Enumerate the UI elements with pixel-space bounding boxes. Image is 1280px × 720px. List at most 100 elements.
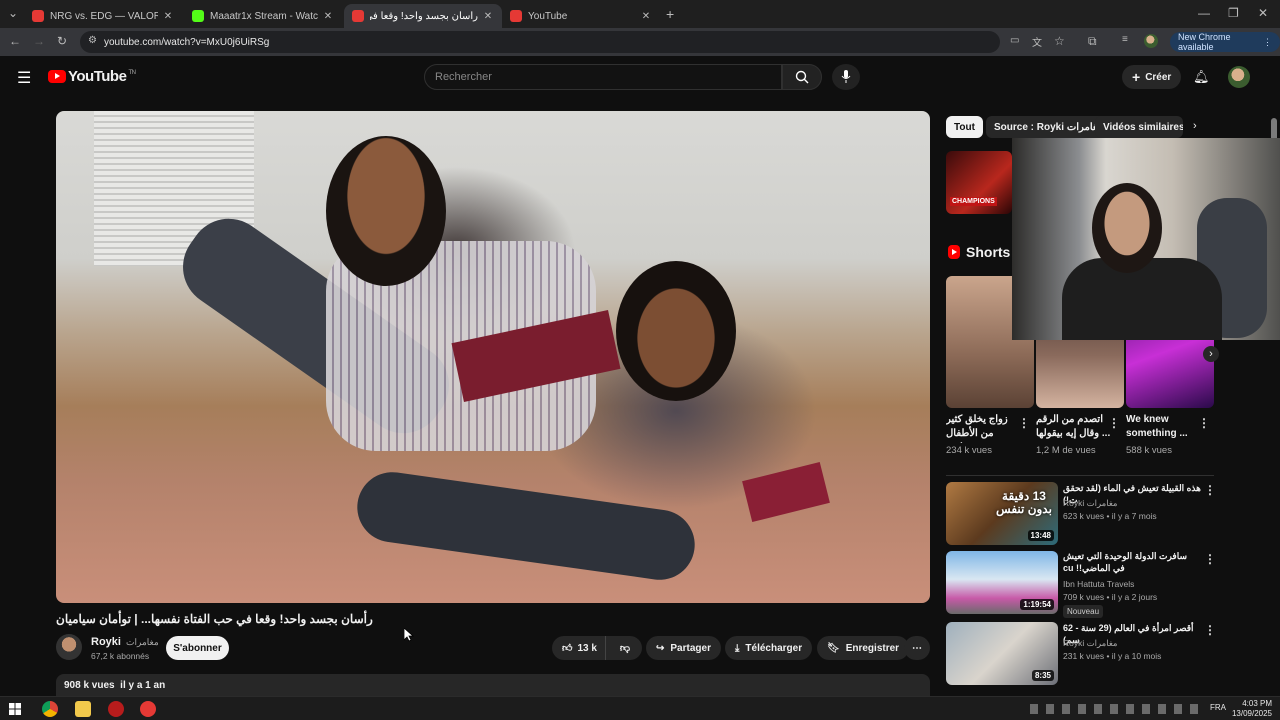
- reading-list-icon[interactable]: ≡: [1122, 34, 1128, 45]
- video-player[interactable]: [56, 111, 930, 603]
- tab-title: رأسان بجسد واحد! وقعا في: [370, 10, 478, 22]
- menu-icon[interactable]: ☰: [17, 68, 31, 88]
- voice-search-button[interactable]: [832, 64, 860, 90]
- like-count: 13 k: [577, 642, 597, 654]
- restore-icon[interactable]: ❐: [1228, 6, 1239, 20]
- search-button[interactable]: [782, 64, 822, 90]
- create-button[interactable]: + Créer: [1122, 65, 1182, 89]
- more-vert-icon[interactable]: ⋮: [1198, 416, 1210, 430]
- logo-text: YouTube: [68, 68, 127, 85]
- reload-icon[interactable]: ↻: [57, 34, 67, 48]
- recommended-channel[interactable]: Royki مغامرات: [1063, 637, 1117, 650]
- thumbnail-text: 13 دقيقة بدون تنفس: [996, 489, 1052, 516]
- new-tab-icon[interactable]: +: [666, 6, 674, 22]
- channel-avatar[interactable]: [56, 634, 82, 660]
- more-actions-button[interactable]: ⋯: [904, 636, 930, 660]
- search-placeholder: Rechercher: [435, 71, 492, 83]
- recording-app-icon[interactable]: [140, 701, 156, 717]
- chevron-right-icon[interactable]: ›: [1193, 120, 1197, 132]
- chip-related[interactable]: Vidéos similaires: [1095, 116, 1183, 138]
- posted-date: il y a 1 an: [120, 680, 166, 691]
- cast-icon[interactable]: ▭: [1010, 35, 1019, 46]
- logo-country-code: TN: [128, 69, 136, 76]
- short-views: 588 k vues: [1126, 445, 1172, 456]
- channel-name[interactable]: Royki مغامرات: [91, 636, 159, 648]
- tab-current-video[interactable]: رأسان بجسد واحد! وقعا في ✕: [344, 4, 502, 28]
- recommended-thumbnail[interactable]: 8:35: [946, 622, 1058, 685]
- search-input[interactable]: Rechercher: [424, 64, 782, 90]
- new-chrome-button[interactable]: New Chrome available ⋮: [1170, 32, 1280, 52]
- share-label: Partager: [670, 642, 711, 654]
- chrome-taskbar-icon[interactable]: [42, 701, 58, 717]
- translate-icon[interactable]: 文: [1032, 34, 1042, 49]
- description-box[interactable]: 908 k vues il y a 1 an: [56, 674, 930, 696]
- save-button[interactable]: 🔖︎ Enregistrer: [817, 636, 910, 660]
- recommended-meta: 623 k vues • il y a 7 mois: [1063, 511, 1157, 521]
- url-bar[interactable]: ⚙ youtube.com/watch?v=MxU0j6UiRSg: [80, 31, 1000, 53]
- view-count: 908 k vues: [64, 680, 115, 691]
- video-frame-detail: [326, 136, 446, 286]
- like-dislike-group: 👍︎ 13 k 👎︎: [552, 636, 642, 660]
- app-taskbar-icon[interactable]: [108, 701, 124, 717]
- site-info-icon[interactable]: ⚙: [88, 35, 97, 46]
- more-vert-icon[interactable]: ⋮: [1204, 483, 1216, 497]
- share-button[interactable]: ↪ Partager: [646, 636, 721, 660]
- save-label: Enregistrer: [845, 642, 900, 654]
- tab-youtube[interactable]: YouTube ✕: [502, 4, 660, 28]
- recommended-title[interactable]: سافرت الدولة الوحيدة التي تعيش في الماضي…: [1063, 550, 1201, 574]
- profile-avatar[interactable]: [1144, 34, 1158, 48]
- file-explorer-icon[interactable]: [75, 701, 91, 717]
- like-button[interactable]: 👍︎ 13 k: [552, 636, 606, 660]
- forward-icon[interactable]: →: [33, 34, 45, 48]
- more-vert-icon[interactable]: ⋮: [1204, 552, 1216, 566]
- tab-title: NRG vs. EDG — VALORANT Ch: [50, 10, 158, 22]
- close-tab-icon[interactable]: ✕: [322, 11, 334, 22]
- notifications-bell-icon[interactable]: 🔔︎: [1193, 69, 1210, 85]
- recommended-thumbnail[interactable]: CHAMPIONS: [946, 151, 1012, 214]
- clock[interactable]: 4:03 PM 13/09/2025: [1232, 699, 1272, 719]
- close-tab-icon[interactable]: ✕: [482, 11, 494, 22]
- close-window-icon[interactable]: ✕: [1258, 6, 1268, 20]
- account-avatar[interactable]: [1228, 66, 1250, 88]
- language-indicator[interactable]: FRA: [1210, 703, 1226, 712]
- channel-name-arabic: مغامرات: [126, 637, 159, 647]
- shorts-next-icon[interactable]: ›: [1203, 346, 1219, 362]
- bookmark-star-icon[interactable]: ☆: [1054, 34, 1065, 48]
- youtube-favicon-icon: [32, 10, 44, 22]
- system-tray-icons[interactable]: [1030, 704, 1200, 714]
- subscribe-button[interactable]: S'abonner: [166, 636, 229, 660]
- dislike-button[interactable]: 👎︎: [612, 642, 630, 654]
- more-vert-icon[interactable]: ⋮: [1018, 416, 1030, 430]
- share-icon: ↪: [656, 642, 665, 654]
- tab-search-icon[interactable]: ⌄: [8, 6, 18, 20]
- tab-kick-stream[interactable]: Maaatr1x Stream - Watch Live ✕: [184, 4, 342, 28]
- more-vert-icon[interactable]: ⋮: [1204, 623, 1216, 637]
- recommended-channel[interactable]: Royki مغامرات: [1063, 497, 1117, 510]
- recommended-meta: 709 k vues • il y a 2 jours: [1063, 592, 1158, 602]
- download-button[interactable]: ⤓ Télécharger: [725, 636, 813, 660]
- recommended-meta: 231 k vues • il y a 10 mois: [1063, 651, 1162, 661]
- recommended-channel[interactable]: Ibn Hattuta Travels: [1063, 578, 1134, 591]
- youtube-favicon-icon: [510, 10, 522, 22]
- close-tab-icon[interactable]: ✕: [640, 11, 652, 22]
- short-title[interactable]: اتصدم من الرقم ... وقال إيه بيقولها: [1036, 413, 1112, 443]
- back-icon[interactable]: ←: [9, 34, 21, 48]
- recommended-thumbnail[interactable]: 13 دقيقة بدون تنفس 13:48: [946, 482, 1058, 545]
- more-vert-icon[interactable]: ⋮: [1108, 416, 1120, 430]
- search-icon: [795, 70, 809, 84]
- close-tab-icon[interactable]: ✕: [162, 11, 174, 22]
- youtube-logo[interactable]: YouTube TN: [48, 68, 136, 85]
- short-title[interactable]: We knew something ...: [1126, 413, 1202, 443]
- extensions-icon[interactable]: ⧉: [1088, 34, 1097, 49]
- recommended-thumbnail[interactable]: 1:19:54: [946, 551, 1058, 614]
- tab-valorant[interactable]: NRG vs. EDG — VALORANT Ch ✕: [24, 4, 182, 28]
- windows-start-icon[interactable]: [9, 703, 21, 715]
- channel-name-text: Royki: [91, 636, 121, 648]
- browser-toolbar: ← → ↻ ⚙ youtube.com/watch?v=MxU0j6UiRSg …: [0, 28, 1280, 56]
- youtube-favicon-icon: [352, 10, 364, 22]
- short-title[interactable]: زواج يخلق كثير من الأطفال حوله...: [946, 413, 1022, 443]
- chip-all[interactable]: Tout: [946, 116, 983, 138]
- video-frame-detail: [352, 467, 700, 585]
- chip-source[interactable]: Source : Royki مغامرات: [986, 116, 1112, 138]
- minimize-icon[interactable]: —: [1198, 6, 1210, 20]
